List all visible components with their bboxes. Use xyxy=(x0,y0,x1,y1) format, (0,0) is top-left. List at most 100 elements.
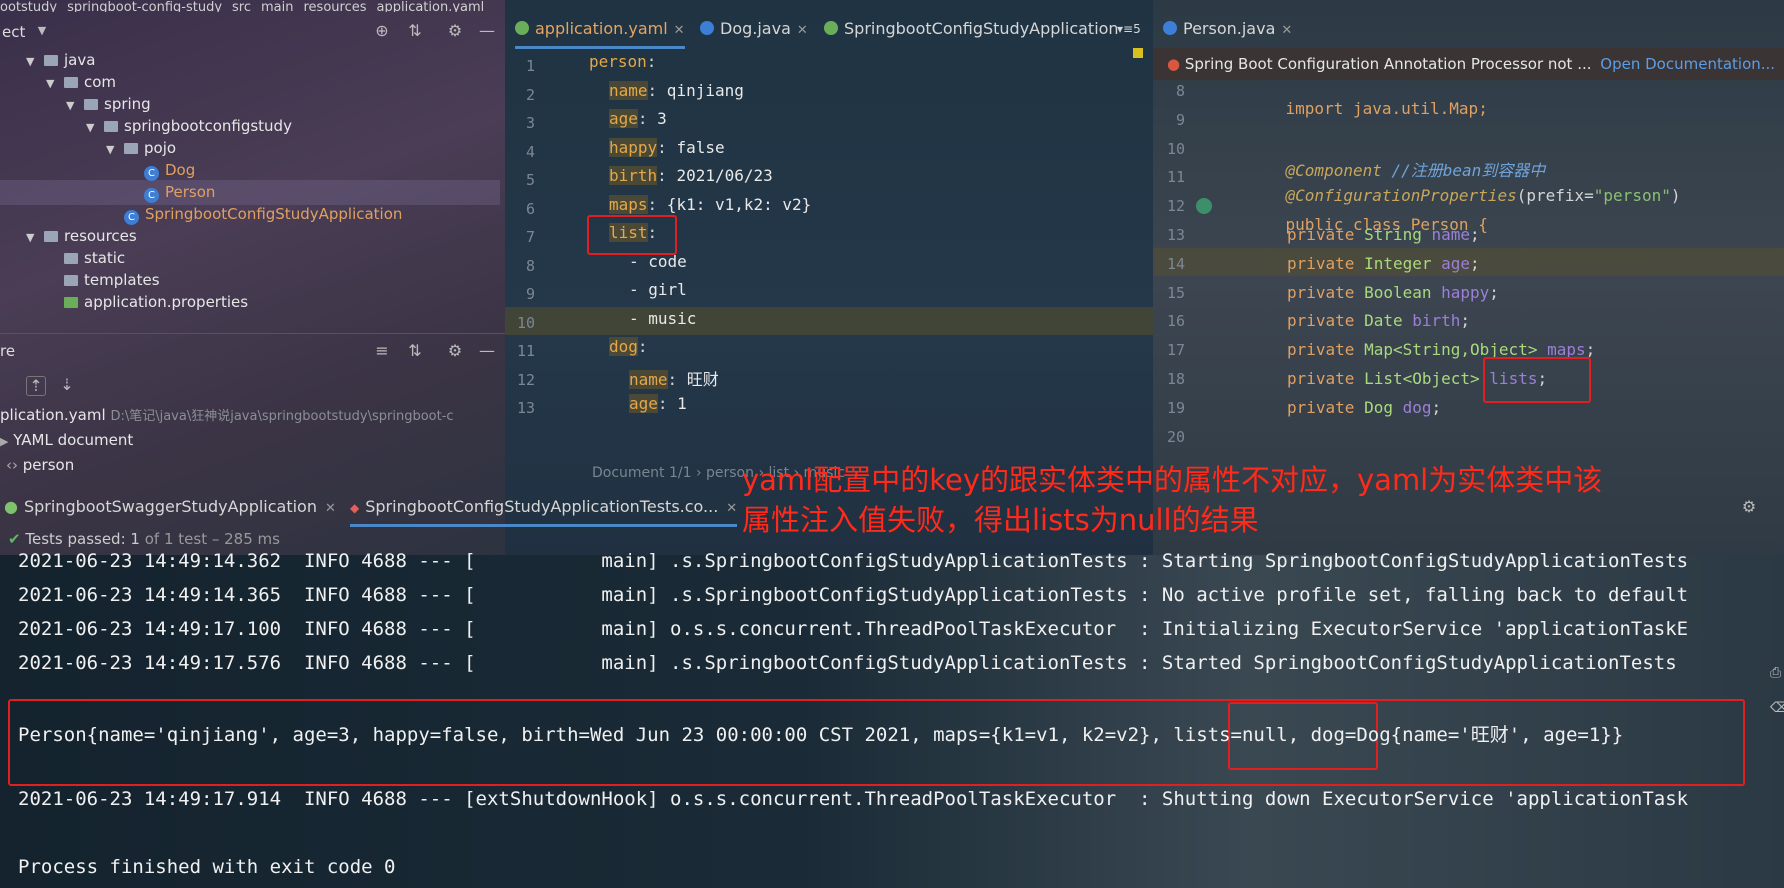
tab-label: Dog.java xyxy=(720,19,791,38)
breadcrumb-item[interactable]: main xyxy=(261,0,293,12)
structure-panel-title[interactable]: re xyxy=(0,342,15,360)
line-number: 16 xyxy=(1166,312,1185,331)
tab-overflow[interactable]: ▾≡5 xyxy=(1117,12,1141,46)
project-panel-title[interactable]: ect xyxy=(2,23,25,41)
hide-icon[interactable]: — xyxy=(478,22,496,40)
line-number: 17 xyxy=(1166,341,1185,360)
yaml-line: dog: xyxy=(609,337,648,356)
expand-icon[interactable]: ⇡ xyxy=(26,376,46,396)
autoscroll-icon[interactable]: ⇣ xyxy=(58,376,76,394)
close-icon[interactable]: ✕ xyxy=(674,23,685,38)
yaml-colon: : xyxy=(637,109,648,128)
tree-item-label: java xyxy=(64,51,96,69)
yaml-line: - girl xyxy=(629,280,687,299)
breadcrumb-item[interactable]: springboot-config-study xyxy=(67,0,222,12)
spring-bean-icon[interactable] xyxy=(1196,198,1212,214)
locate-icon[interactable]: ⊕ xyxy=(373,22,391,40)
yaml-colon: : xyxy=(647,194,658,214)
folder-icon xyxy=(44,231,58,242)
class-icon: C xyxy=(144,166,159,181)
run-tab-swagger[interactable]: ● SpringbootSwaggerStudyApplication ✕ xyxy=(4,490,336,524)
structure-row-label: person xyxy=(22,456,75,474)
tab-application-yaml[interactable]: application.yaml ✕ xyxy=(515,12,685,49)
semicolon: ; xyxy=(1460,311,1471,331)
open-documentation-link[interactable]: Open Documentation... xyxy=(1600,55,1775,73)
class-icon: C xyxy=(144,188,159,203)
tree-item-label: pojo xyxy=(144,139,177,157)
gear-icon[interactable]: ⚙ xyxy=(446,342,464,360)
tree-item-label: templates xyxy=(84,271,160,289)
trash-icon[interactable]: ⌫ xyxy=(1770,700,1784,716)
field-birth: private Date birth; xyxy=(1287,311,1470,330)
class-icon xyxy=(700,21,714,35)
yaml-colon: : xyxy=(657,166,667,185)
field-name: happy xyxy=(1441,282,1490,302)
tab-label: application.yaml xyxy=(535,19,668,38)
keyword: private xyxy=(1287,282,1365,302)
yaml-line: age: 1 xyxy=(629,394,687,413)
breadcrumb-item[interactable]: src xyxy=(232,0,251,12)
folder-icon xyxy=(64,275,78,286)
tab-dog-java[interactable]: Dog.java ✕ xyxy=(700,12,808,46)
yaml-colon: : xyxy=(646,52,657,71)
line-number: 1 xyxy=(525,57,535,75)
tree-item-label: resources xyxy=(64,227,137,245)
project-panel-header: ect ▼ ⊕ ⇅ ⚙ — xyxy=(0,14,505,48)
folder-icon xyxy=(84,99,98,110)
collapse-all-icon[interactable]: ⇅ xyxy=(406,22,424,40)
log-line: 2021-06-23 14:49:14.365 INFO 4688 --- [ … xyxy=(18,584,1689,606)
tab-overflow-count: 5 xyxy=(1133,22,1141,36)
structure-row-person[interactable]: ‹› person xyxy=(0,453,505,478)
run-tab-config-tests[interactable]: ◆ SpringbootConfigStudyApplicationTests.c… xyxy=(350,490,738,527)
breadcrumb-item[interactable]: application.yaml xyxy=(377,0,485,12)
prefix-string: "person" xyxy=(1593,186,1671,205)
yaml-value: - girl xyxy=(629,280,687,299)
yaml-line: maps: {k1: v1,k2: v2} xyxy=(609,194,811,214)
inspection-icon[interactable] xyxy=(1133,48,1143,58)
line-number: 9 xyxy=(525,285,535,303)
dropdown-icon[interactable]: ▼ xyxy=(33,22,51,40)
close-icon[interactable]: ✕ xyxy=(1281,23,1292,38)
collapse-all-icon[interactable]: ⇅ xyxy=(406,342,424,360)
line-number: 12 xyxy=(516,370,535,389)
print-icon[interactable]: ⎙ xyxy=(1770,665,1781,681)
field-name: name xyxy=(1431,225,1471,244)
gear-icon[interactable]: ⚙ xyxy=(1740,498,1758,516)
close-icon[interactable]: ✕ xyxy=(325,501,336,516)
yaml-key: birth xyxy=(609,166,658,185)
tree-item-label: Dog xyxy=(165,161,196,179)
sort-icon[interactable]: ≡ xyxy=(373,342,391,360)
close-icon[interactable]: ✕ xyxy=(797,23,808,38)
yaml-value: 1 xyxy=(667,394,687,413)
line-number: 10 xyxy=(516,313,535,332)
log-line: 2021-06-23 14:49:14.362 INFO 4688 --- [ … xyxy=(18,550,1689,572)
semicolon: ; xyxy=(1489,282,1499,302)
current-line-highlight xyxy=(505,307,1153,335)
tab-label: SpringbootConfigStudyApplicationTests.co… xyxy=(365,497,719,516)
chevron-down-icon: ▶ xyxy=(0,435,9,448)
line-number: 19 xyxy=(1166,398,1185,417)
yaml-key: dog xyxy=(609,337,638,356)
hide-icon[interactable]: — xyxy=(478,342,496,360)
line-number: 4 xyxy=(525,142,535,161)
keyword: private xyxy=(1287,253,1365,273)
tab-label: SpringbootSwaggerStudyApplication xyxy=(23,497,317,516)
field-name: birth xyxy=(1412,311,1461,331)
code-line-8: import java.util.Map; xyxy=(1247,80,1488,137)
breadcrumb-item[interactable]: resources xyxy=(303,0,366,12)
structure-row-yaml-document[interactable]: ▶ YAML document xyxy=(0,428,505,453)
tab-person-java[interactable]: Person.java ✕ xyxy=(1163,12,1292,46)
tab-label: Person.java xyxy=(1183,19,1276,38)
structure-toolbar: ⇡ ⇣ xyxy=(0,370,505,400)
yaml-key: happy xyxy=(609,137,658,157)
log-line: 2021-06-23 14:49:17.914 INFO 4688 --- [e… xyxy=(18,788,1689,810)
tree-item-application-properties[interactable]: application.properties xyxy=(0,290,500,315)
tab-springbootconfigstudyapplication[interactable]: SpringbootConfigStudyApplication xyxy=(824,12,1119,46)
gear-icon[interactable]: ⚙ xyxy=(446,22,464,40)
keyword: private xyxy=(1287,340,1365,360)
line-number: 13 xyxy=(1166,226,1185,244)
breadcrumb-item[interactable]: ootstudy xyxy=(0,0,57,12)
close-icon[interactable]: ✕ xyxy=(726,501,737,516)
structure-row-file[interactable]: plication.yaml D:\笔记\java\狂神说java\spring… xyxy=(0,403,505,428)
tree-item-label: static xyxy=(84,249,126,267)
